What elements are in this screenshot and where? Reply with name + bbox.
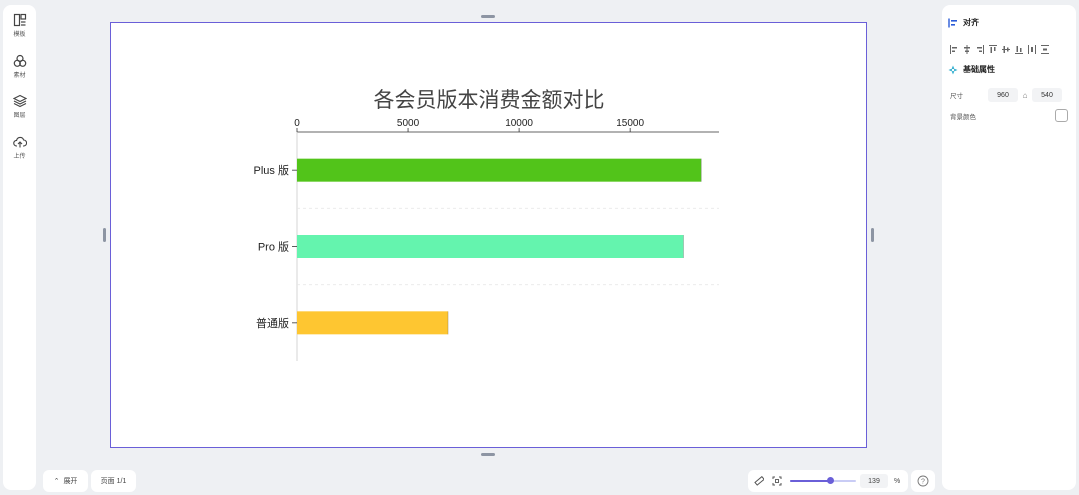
zoom-bar: 139 % — [748, 470, 908, 492]
expand-label: 展开 — [63, 478, 78, 485]
bar — [297, 235, 684, 258]
distribute-vertical-button[interactable] — [1041, 41, 1049, 54]
align-section-title: 对齐 — [948, 17, 979, 28]
rail-item-template[interactable]: 模板 — [3, 13, 36, 38]
resize-handle-left[interactable] — [103, 228, 106, 242]
basic-props-text: 基础属性 — [963, 65, 995, 74]
size-row: 尺寸 960 ⌂ 540 — [950, 88, 1062, 102]
align-vcenter-button[interactable] — [1002, 41, 1010, 53]
template-icon — [13, 13, 26, 27]
rail-item-material[interactable]: 素材 — [3, 54, 36, 79]
rail-item-layers[interactable]: 图层 — [3, 94, 36, 119]
fit-screen-icon[interactable] — [772, 476, 786, 486]
align-hcenter-button[interactable] — [963, 41, 971, 54]
category-label: Plus 版 — [254, 163, 289, 177]
align-title-text: 对齐 — [963, 18, 979, 27]
basic-props-title: 基础属性 — [948, 64, 995, 75]
category-label: Pro 版 — [258, 240, 289, 254]
category-label: 普通版 — [256, 316, 289, 330]
zoom-input[interactable]: 139 — [860, 474, 888, 488]
x-tick-label: 15000 — [616, 118, 644, 129]
zoom-slider-fill — [790, 480, 831, 482]
align-bottom-button[interactable] — [1015, 41, 1023, 54]
rail-label: 上传 — [13, 154, 26, 160]
chart-title: 各会员版本消费金额对比 — [374, 88, 605, 112]
x-tick-label: 10000 — [505, 118, 533, 129]
resize-handle-right[interactable] — [871, 228, 874, 242]
basic-properties-icon — [948, 65, 958, 74]
design-canvas[interactable]: 各会员版本消费金额对比 0 5000 10000 15000 Plus 版 Pro 版普通版 — [110, 22, 867, 448]
rail-label: 图层 — [13, 113, 26, 119]
align-top-button[interactable] — [989, 41, 997, 53]
zoom-slider-knob[interactable] — [827, 477, 835, 484]
bar — [297, 158, 702, 182]
properties-panel: 对齐 基础属性 尺寸 960 ⌂ 540 背景颜色 — [942, 5, 1076, 490]
help-icon: ? — [917, 475, 929, 487]
x-tick-label: 5000 — [397, 118, 420, 129]
ruler-icon[interactable] — [754, 476, 768, 486]
align-left-button[interactable] — [950, 41, 958, 54]
size-label: 尺寸 — [950, 93, 963, 100]
bg-color-label: 背景颜色 — [950, 114, 976, 121]
bar-chart[interactable]: 各会员版本消费金额对比 0 5000 10000 15000 Plus 版 Pro 版普通版 — [111, 23, 866, 447]
distribute-horizontal-button[interactable] — [1028, 41, 1036, 54]
align-left-icon — [948, 18, 957, 27]
page-label: 页面 1/1 — [100, 478, 127, 485]
page-indicator[interactable]: 页面 1/1 — [91, 470, 136, 492]
bar — [297, 311, 449, 335]
layers-icon — [12, 94, 27, 108]
rail-label: 素材 — [13, 73, 26, 79]
align-right-button[interactable] — [976, 41, 984, 54]
rail-label: 模板 — [13, 32, 26, 38]
left-toolbar: 模板 素材 图层 上传 — [3, 5, 36, 490]
x-tick-label: 0 — [294, 118, 300, 129]
bg-color-row: 背景颜色 — [950, 111, 976, 121]
zoom-unit: % — [894, 477, 901, 485]
upload-icon — [12, 136, 27, 148]
bg-color-swatch[interactable] — [1055, 109, 1068, 122]
svg-text:?: ? — [921, 479, 925, 486]
zoom-slider[interactable] — [790, 477, 856, 484]
expand-icon: ⌃ — [53, 478, 60, 485]
material-icon — [13, 54, 26, 67]
expand-button[interactable]: ⌃ 展开 — [43, 470, 88, 492]
height-input[interactable]: 540 — [1032, 88, 1062, 102]
rail-item-upload[interactable]: 上传 — [3, 135, 36, 160]
resize-handle-top[interactable] — [481, 15, 495, 18]
lock-ratio-icon[interactable]: ⌂ — [1018, 91, 1032, 100]
help-button[interactable]: ? — [911, 470, 935, 492]
resize-handle-bottom[interactable] — [481, 453, 495, 456]
width-input[interactable]: 960 — [988, 88, 1018, 102]
align-buttons — [950, 41, 1049, 54]
